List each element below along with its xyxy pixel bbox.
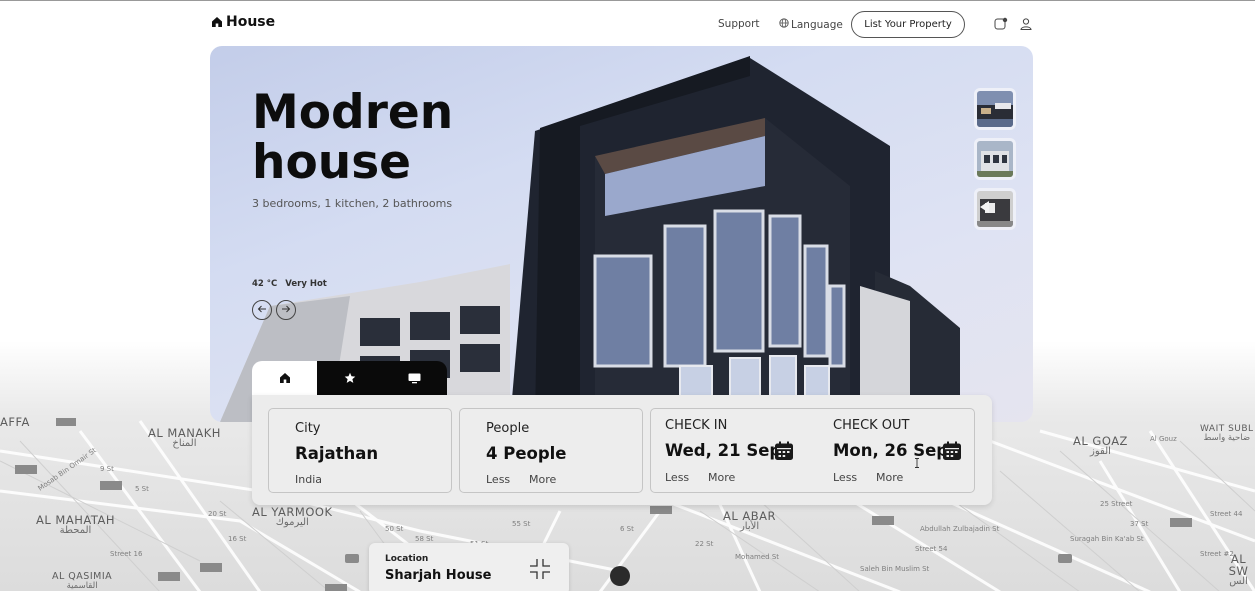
language-label: Language [791,18,843,31]
arrow-right-icon [281,304,291,317]
svg-text:5 St: 5 St [135,485,149,493]
map-area-label: AL SW الس [1228,552,1249,588]
map-area-label: AL MAHATAH المحطة [36,513,115,537]
tab-favorites[interactable] [317,361,382,395]
svg-text:58 St: 58 St [415,535,434,543]
people-card[interactable]: People 4 People Less More [459,408,643,493]
map-pin-icon[interactable] [610,566,630,586]
svg-text:50 St: 50 St [385,525,404,533]
svg-text:25 Street: 25 Street [1100,500,1133,508]
svg-text:Street 16: Street 16 [110,550,143,558]
nav-language-link[interactable]: Language [779,18,843,31]
search-panel: City Rajathan India People 4 People Less… [252,395,992,505]
thumbnail-3[interactable] [974,188,1016,230]
weather-info: 42 °C Very Hot [252,279,327,289]
search-tabs [252,361,447,395]
header: House Support Language List Your Propert… [0,1,1255,45]
location-name: Sharjah House [385,568,492,583]
city-card[interactable]: City Rajathan India [268,408,452,493]
people-value: 4 People [486,444,567,463]
svg-text:Street 44: Street 44 [1210,510,1243,518]
svg-text:Street 54: Street 54 [915,545,948,553]
check-in-more-button[interactable]: More [708,471,735,484]
hero-subtitle: 3 bedrooms, 1 kitchen, 2 bathrooms [252,197,453,210]
home-icon [279,369,291,388]
arrow-left-icon [257,304,267,317]
map-area-label: AL GOAZ القوز [1073,434,1128,458]
globe-icon [779,18,789,31]
map-area-label: AL ABAR الأبار [723,509,777,533]
svg-text:16 St: 16 St [228,535,247,543]
notification-icon[interactable] [994,16,1008,30]
check-in-calendar-icon[interactable] [774,441,794,461]
city-value: Rajathan [295,444,379,463]
nav-support-link[interactable]: Support [718,18,760,30]
svg-text:Mohamed St: Mohamed St [735,553,779,561]
svg-text:55 St: 55 St [512,520,531,528]
logo-house-icon [211,16,223,28]
star-icon [344,369,356,388]
monitor-icon [408,369,421,388]
location-label: Location [385,554,429,564]
thumbnail-1[interactable] [974,88,1016,130]
svg-text:6 St: 6 St [620,525,634,533]
check-out-calendar-icon[interactable] [942,441,962,461]
map-area-label: AL YARMOOK اليرموك [252,505,333,529]
map-area-label: AFFA [0,415,30,429]
logo-text: House [226,14,276,30]
map-area-label: AL QASIMIA القاسمية [52,571,113,591]
temperature: 42 °C [252,279,278,289]
people-label: People [486,421,530,436]
svg-text:37 St: 37 St [1130,520,1149,528]
svg-text:9 St: 9 St [100,465,114,473]
tab-home[interactable] [252,361,317,395]
user-icon[interactable] [1019,16,1033,30]
check-out-label: CHECK OUT [833,418,910,433]
dates-card: CHECK IN Wed, 21 Sep Less More CHECK OUT… [650,408,975,493]
svg-text:Suragah Bin Ka'ab St: Suragah Bin Ka'ab St [1070,535,1144,543]
svg-text:Saleh Bin Muslim St: Saleh Bin Muslim St [860,565,930,573]
map-area-label: WAIT SUBL ضاحية واسط [1200,424,1254,444]
tab-screen[interactable] [382,361,447,395]
list-property-button[interactable]: List Your Property [851,11,965,38]
check-out-more-button[interactable]: More [876,471,903,484]
check-in-label: CHECK IN [665,418,728,433]
people-more-button[interactable]: More [529,473,556,486]
collapse-icon[interactable] [529,558,551,580]
page: Mosab Bin Omair St 9 St 5 St Street 16 2… [0,0,1255,591]
city-label: City [295,421,321,436]
location-card[interactable]: Location Sharjah House [369,543,569,591]
country-text: India [295,473,322,486]
check-out-less-button[interactable]: Less [833,471,857,484]
svg-text:Al Gouz: Al Gouz [1150,435,1177,443]
map-area-label: AL MANAKH المناخ [148,426,221,450]
thumbnail-2[interactable] [974,138,1016,180]
svg-text:Abdullah Zulbajadin St: Abdullah Zulbajadin St [920,525,1000,533]
svg-text:22 St: 22 St [695,540,714,548]
check-out-value[interactable]: Mon, 26 Sep [833,441,948,460]
check-in-less-button[interactable]: Less [665,471,689,484]
hero-title: Modren house [252,85,454,190]
text-cursor-icon [914,453,920,468]
weather-condition: Very Hot [285,279,327,289]
svg-text:20 St: 20 St [208,510,227,518]
check-in-value[interactable]: Wed, 21 Sep [665,441,781,460]
next-arrow-button[interactable] [276,300,296,320]
prev-arrow-button[interactable] [252,300,272,320]
people-less-button[interactable]: Less [486,473,510,486]
logo[interactable]: House [211,14,275,30]
